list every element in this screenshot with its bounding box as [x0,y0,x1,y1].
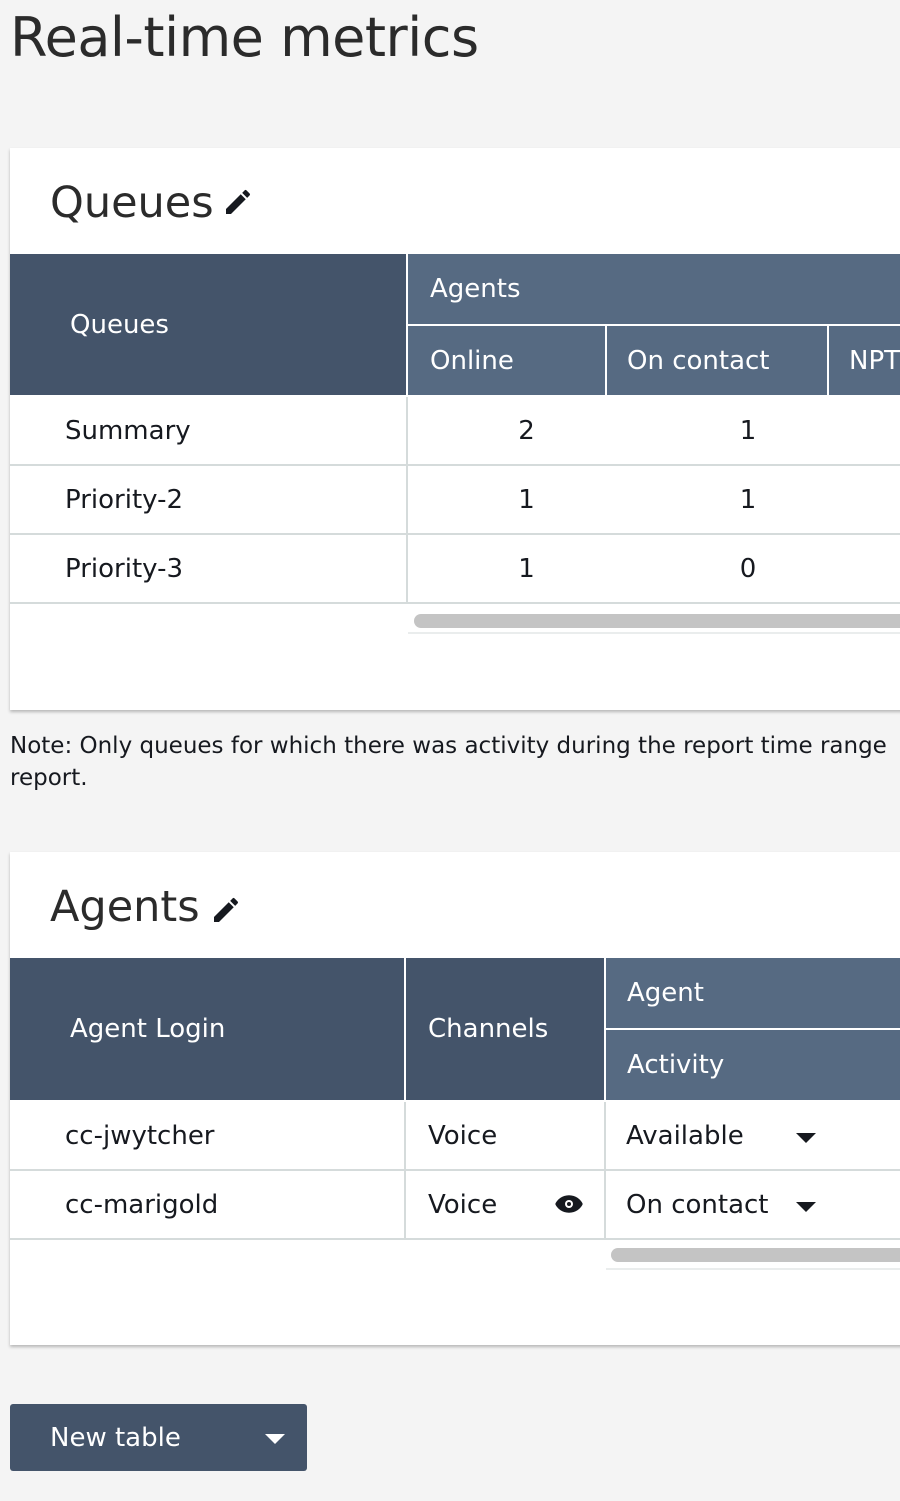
table-cell-on-contact: 0 [645,535,851,602]
column-header-channels[interactable]: Channels [406,958,604,1100]
note-text: Note: Only queues for which there was ac… [10,733,887,791]
horizontal-scrollbar[interactable] [414,614,900,628]
eye-icon[interactable] [554,1192,584,1216]
page-title: Real-time metrics [10,6,479,69]
column-header-online[interactable]: Online [408,326,605,395]
table-cell-online: 1 [408,535,645,602]
scroll-track-line [606,1268,900,1270]
column-group-agent: Agent [606,958,900,1028]
table-row-login[interactable]: cc-marigold [65,1171,395,1238]
column-group-agents-label: Agents [430,274,521,304]
table-cell-online: 2 [408,397,645,464]
activity-select-value: On contact [626,1189,769,1220]
table-row-name[interactable]: Summary [65,397,395,464]
column-header-queues[interactable]: Queues [10,254,406,395]
pencil-icon[interactable] [210,894,242,926]
column-divider [404,1102,406,1240]
new-table-button-label: New table [50,1422,181,1453]
table-row-name[interactable]: Priority-2 [65,466,395,533]
queues-card: Queues Queues Agents Online On contact N… [10,148,900,710]
column-header-queues-label: Queues [70,309,169,340]
caret-down-icon[interactable] [796,1133,816,1143]
activity-select[interactable]: Available [608,1102,900,1169]
column-header-on-contact-label: On contact [627,345,770,376]
column-header-on-contact[interactable]: On contact [607,326,827,395]
column-divider [406,397,408,604]
activity-select-value: Available [626,1120,744,1151]
column-header-activity-label: Activity [627,1050,725,1080]
column-header-npt-label: NPT [849,345,900,376]
table-cell-channel: Voice [428,1102,548,1169]
table-row-login[interactable]: cc-jwytcher [65,1102,395,1169]
agents-card: Agents Agent Login Channels Agent Activi… [10,852,900,1345]
horizontal-scrollbar[interactable] [611,1248,900,1262]
caret-down-icon[interactable] [796,1202,816,1212]
column-divider [604,1102,606,1240]
column-header-activity[interactable]: Activity [606,1030,900,1100]
column-header-agent-login[interactable]: Agent Login [10,958,404,1100]
row-divider [10,602,900,604]
pencil-icon[interactable] [222,186,254,218]
new-table-button[interactable]: New table [10,1404,307,1471]
column-header-online-label: Online [430,345,514,376]
row-divider [10,1238,900,1240]
column-header-channels-label: Channels [428,1014,549,1044]
column-group-agent-label: Agent [627,978,704,1008]
table-row-name[interactable]: Priority-3 [65,535,395,602]
caret-down-icon [265,1434,285,1444]
agents-card-title: Agents [50,882,200,932]
scroll-track-line [408,632,900,634]
table-cell-on-contact: 1 [645,397,851,464]
column-header-npt[interactable]: NPT [829,326,900,395]
column-group-agents: Agents [408,254,900,324]
table-cell-online: 1 [408,466,645,533]
table-cell-channel: Voice [428,1171,548,1238]
column-header-agent-login-label: Agent Login [70,1014,226,1044]
table-cell-on-contact: 1 [645,466,851,533]
queues-card-title: Queues [50,178,214,228]
activity-select[interactable]: On contact [608,1171,900,1238]
